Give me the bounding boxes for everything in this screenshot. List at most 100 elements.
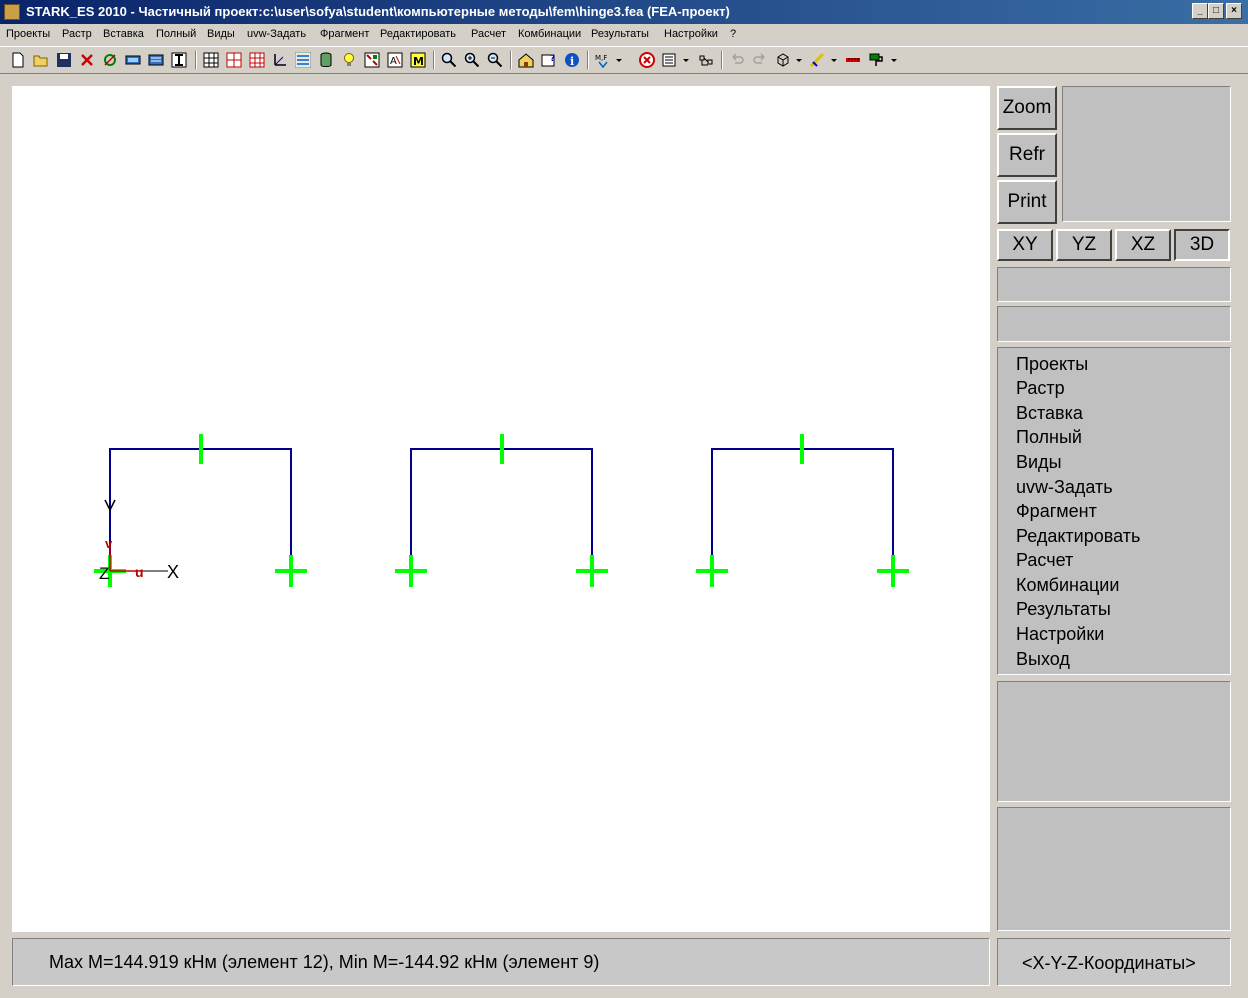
menu-combinations[interactable]: Комбинации <box>518 28 581 40</box>
menu-insert[interactable]: Вставка <box>103 28 144 40</box>
grid-icon[interactable] <box>203 52 219 68</box>
database-icon[interactable] <box>318 52 334 68</box>
undo-icon[interactable] <box>729 52 745 68</box>
view-icon[interactable] <box>364 52 380 68</box>
delete-icon[interactable] <box>79 52 95 68</box>
frame-3 <box>711 448 894 571</box>
node-icon[interactable] <box>102 52 118 68</box>
minimize-button[interactable]: _ <box>1192 3 1208 19</box>
status-panel: Max M=144.919 кНм (элемент 12), Min M=-1… <box>12 938 990 986</box>
brush-icon[interactable] <box>868 52 884 68</box>
side-info-panel-1 <box>997 681 1231 802</box>
app-icon <box>4 4 20 20</box>
info-icon[interactable]: i <box>564 52 580 68</box>
view-xy-button[interactable]: XY <box>997 229 1053 261</box>
zoom-icon[interactable] <box>441 52 457 68</box>
help-icon[interactable]: ? <box>541 52 557 68</box>
support-node <box>395 555 427 587</box>
support-node <box>696 555 728 587</box>
coordinate-axes: X Z u v <box>99 499 179 583</box>
info-field-1 <box>997 267 1231 302</box>
menu-calc[interactable]: Расчет <box>471 28 506 40</box>
menu-full[interactable]: Полный <box>156 28 196 40</box>
side-menu-projects[interactable]: Проекты <box>1016 354 1088 375</box>
toolbar-separator <box>587 51 589 69</box>
side-menu-views[interactable]: Виды <box>1016 452 1062 473</box>
menu-settings[interactable]: Настройки <box>664 28 718 40</box>
side-info-panel-2 <box>997 807 1231 931</box>
view-3d-button[interactable]: 3D <box>1174 229 1230 261</box>
grid3-icon[interactable] <box>249 52 265 68</box>
toolbar-separator <box>721 51 723 69</box>
svg-text:A: A <box>390 56 397 67</box>
toolbar-separator <box>195 51 197 69</box>
redo-icon[interactable] <box>752 52 768 68</box>
view-xz-button[interactable]: XZ <box>1115 229 1171 261</box>
side-menu-calc[interactable]: Расчет <box>1016 550 1073 571</box>
beam-icon[interactable] <box>171 52 187 68</box>
side-menu-full[interactable]: Полный <box>1016 427 1082 448</box>
section-icon[interactable] <box>148 52 164 68</box>
menu-results[interactable]: Результаты <box>591 28 649 40</box>
zoom-button[interactable]: Zoom <box>997 86 1057 130</box>
stop-icon[interactable] <box>639 52 655 68</box>
frame-2 <box>410 448 593 571</box>
side-menu-combinations[interactable]: Комбинации <box>1016 575 1119 596</box>
mf-icon[interactable]: M,F <box>595 52 611 68</box>
chevron-down-icon[interactable] <box>614 52 624 68</box>
preview-panel <box>1062 86 1231 222</box>
view-yz-button[interactable]: YZ <box>1056 229 1112 261</box>
close-button[interactable]: × <box>1226 3 1242 19</box>
axis-u-label: u <box>135 564 144 580</box>
refresh-button[interactable]: Refr <box>997 133 1057 177</box>
side-menu-insert[interactable]: Вставка <box>1016 403 1083 424</box>
menu-raster[interactable]: Растр <box>62 28 92 40</box>
chevron-down-icon[interactable] <box>829 52 839 68</box>
title-bar: STARK_ES 2010 - Частичный проект:c:\user… <box>0 0 1248 24</box>
side-menu-fragment[interactable]: Фрагмент <box>1016 501 1097 522</box>
text-icon[interactable]: A <box>387 52 403 68</box>
chevron-down-icon[interactable] <box>889 52 899 68</box>
open-icon[interactable] <box>33 52 49 68</box>
cube-icon[interactable] <box>775 52 791 68</box>
layers-icon[interactable] <box>295 52 311 68</box>
side-menu-exit[interactable]: Выход <box>1016 649 1070 670</box>
menu-bar: Проекты Растр Вставка Полный Виды uvw-За… <box>0 24 1248 45</box>
side-menu-uvw[interactable]: uvw-Задать <box>1016 477 1113 498</box>
print-button[interactable]: Print <box>997 180 1057 224</box>
menu-help[interactable]: ? <box>730 28 736 40</box>
link-icon[interactable] <box>698 52 714 68</box>
home-icon[interactable] <box>518 52 534 68</box>
chevron-down-icon[interactable] <box>794 52 804 68</box>
save-icon[interactable] <box>56 52 72 68</box>
axes-icon[interactable] <box>272 52 288 68</box>
chevron-down-icon[interactable] <box>681 52 691 68</box>
side-menu-results[interactable]: Результаты <box>1016 599 1111 620</box>
menu-edit[interactable]: Редактировать <box>380 28 456 40</box>
zoom-out-icon[interactable] <box>487 52 503 68</box>
drawing-canvas[interactable]: X Z u v <box>12 86 990 932</box>
new-icon[interactable] <box>10 52 26 68</box>
menu-fragment[interactable]: Фрагмент <box>320 28 369 40</box>
toolbar-separator <box>510 51 512 69</box>
paint-icon[interactable] <box>810 52 826 68</box>
svg-text:M: M <box>413 55 424 68</box>
ruler-icon[interactable] <box>845 52 861 68</box>
list-icon[interactable] <box>662 52 678 68</box>
maximize-button[interactable]: □ <box>1208 3 1224 19</box>
side-menu-edit[interactable]: Редактировать <box>1016 526 1140 547</box>
status-moments: Max M=144.919 кНм (элемент 12), Min M=-1… <box>49 952 600 972</box>
bulb-icon[interactable] <box>341 52 357 68</box>
svg-text:M,F: M,F <box>595 54 607 62</box>
element-icon[interactable] <box>125 52 141 68</box>
m-icon[interactable]: M <box>410 52 426 68</box>
support-node <box>877 555 909 587</box>
side-menu-raster[interactable]: Растр <box>1016 378 1065 399</box>
zoom-in-icon[interactable] <box>464 52 480 68</box>
menu-projects[interactable]: Проекты <box>6 28 50 40</box>
side-menu-settings[interactable]: Настройки <box>1016 624 1104 645</box>
toolbar: A M ? i M,F <box>0 46 1248 74</box>
menu-views[interactable]: Виды <box>207 28 235 40</box>
menu-uvw[interactable]: uvw-Задать <box>247 28 306 40</box>
grid2-icon[interactable] <box>226 52 242 68</box>
